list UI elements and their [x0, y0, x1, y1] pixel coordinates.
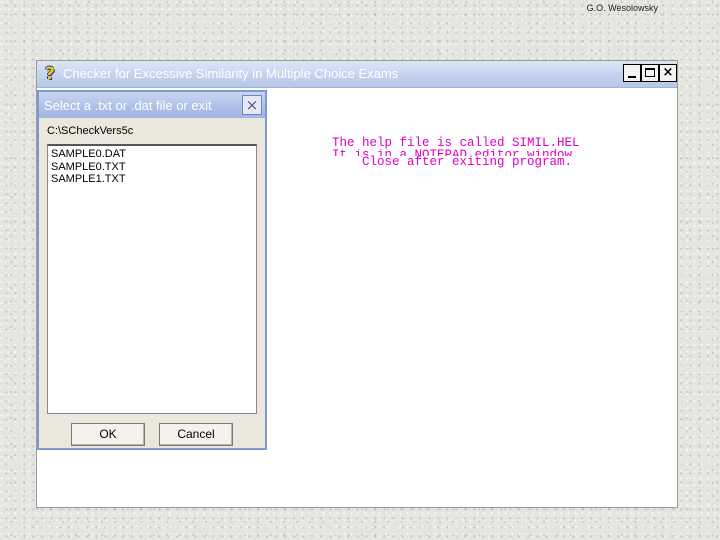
- close-button[interactable]: ×: [659, 64, 677, 82]
- dialog-titlebar[interactable]: Select a .txt or .dat file or exit ×: [39, 92, 265, 118]
- maximize-button[interactable]: [641, 64, 659, 82]
- close-icon: ×: [662, 65, 674, 80]
- author-credit: G.O. Wesolowsky: [586, 3, 658, 13]
- minimize-icon: [628, 76, 636, 78]
- maximize-icon: [645, 68, 655, 77]
- file-select-dialog: Select a .txt or .dat file or exit × C:\…: [37, 90, 267, 450]
- directory-label: C:\SCheckVers5c: [47, 125, 134, 137]
- main-titlebar[interactable]: ? Checker for Excessive Similarity in Mu…: [37, 61, 677, 88]
- help-message: The help file is called SIMIL.HEL It is …: [332, 136, 580, 169]
- dialog-title: Select a .txt or .dat file or exit: [44, 98, 212, 113]
- ok-button[interactable]: OK: [71, 423, 145, 446]
- close-icon: ×: [245, 96, 259, 114]
- minimize-button[interactable]: [623, 64, 641, 82]
- file-list[interactable]: SAMPLE0.DAT SAMPLE0.TXT SAMPLE1.TXT: [47, 144, 257, 414]
- file-list-item[interactable]: SAMPLE0.DAT: [51, 148, 253, 161]
- help-line-3: Close after exiting program.: [332, 155, 573, 169]
- help-line-1: The help file is called SIMIL.HEL: [332, 136, 580, 150]
- file-list-item[interactable]: SAMPLE0.TXT: [51, 161, 253, 174]
- file-list-item[interactable]: SAMPLE1.TXT: [51, 173, 253, 186]
- question-mark-icon: ?: [45, 64, 55, 84]
- dialog-close-button[interactable]: ×: [242, 95, 262, 115]
- main-window-title: Checker for Excessive Similarity in Mult…: [63, 66, 399, 81]
- cancel-button[interactable]: Cancel: [159, 423, 233, 446]
